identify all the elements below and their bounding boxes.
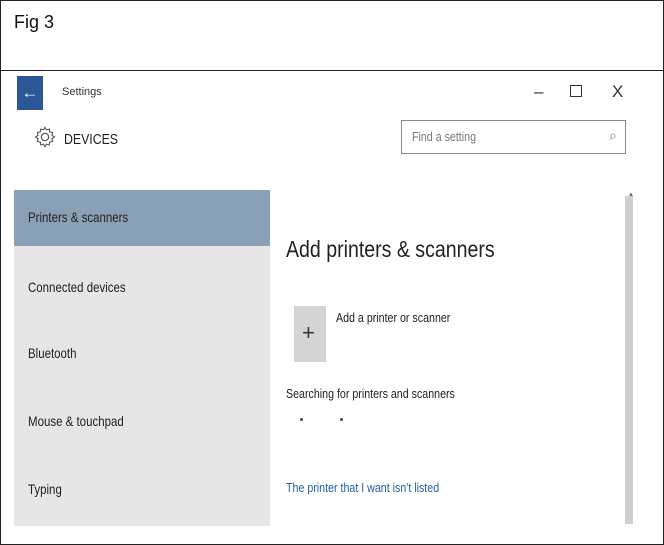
title-bar: ← Settings – X [14, 74, 640, 112]
search-placeholder: Find a setting [412, 129, 476, 144]
add-printer-button[interactable]: + [294, 306, 326, 362]
progress-dot [300, 418, 303, 421]
sidebar-item-label: Bluetooth [28, 345, 77, 361]
close-button[interactable]: X [612, 82, 623, 102]
gear-icon [34, 126, 56, 148]
printer-not-listed-link[interactable]: The printer that I want isn't listed [286, 480, 439, 495]
settings-window: ← Settings – X DEVICES Find a setting ⌕ … [14, 74, 640, 526]
scrollbar[interactable] [625, 196, 633, 524]
plus-icon: + [302, 320, 315, 345]
minimize-button[interactable]: – [534, 82, 543, 102]
section-heading: Add printers & scanners [286, 236, 495, 262]
sidebar-item-typing[interactable]: Typing [14, 462, 270, 518]
figure-divider [0, 70, 664, 71]
sidebar-item-bluetooth[interactable]: Bluetooth [14, 326, 270, 382]
back-button[interactable]: ← [17, 76, 43, 110]
sidebar-item-label: Connected devices [28, 279, 126, 295]
sidebar-item-label: Mouse & touchpad [28, 413, 124, 429]
sidebar-item-printers-scanners[interactable]: Printers & scanners [14, 190, 270, 246]
back-arrow-icon: ← [21, 83, 39, 102]
sidebar-item-label: Printers & scanners [28, 209, 129, 225]
progress-dot [340, 418, 343, 421]
search-icon: ⌕ [609, 127, 617, 143]
search-input[interactable]: Find a setting ⌕ [401, 120, 626, 154]
main-content: ▲ Add printers & scanners + Add a printe… [270, 190, 640, 526]
page-header: DEVICES Find a setting ⌕ [14, 120, 640, 170]
sidebar-item-label: Typing [28, 481, 62, 497]
add-printer-label[interactable]: Add a printer or scanner [336, 310, 450, 325]
sidebar-item-connected-devices[interactable]: Connected devices [14, 260, 270, 316]
maximize-button[interactable] [570, 85, 582, 97]
search-status: Searching for printers and scanners [286, 386, 455, 401]
figure-label: Fig 3 [14, 12, 55, 32]
page-title: DEVICES [64, 131, 119, 148]
sidebar-item-mouse-touchpad[interactable]: Mouse & touchpad [14, 394, 270, 450]
sidebar: Printers & scanners Connected devices Bl… [14, 190, 270, 526]
window-title: Settings [62, 86, 102, 98]
